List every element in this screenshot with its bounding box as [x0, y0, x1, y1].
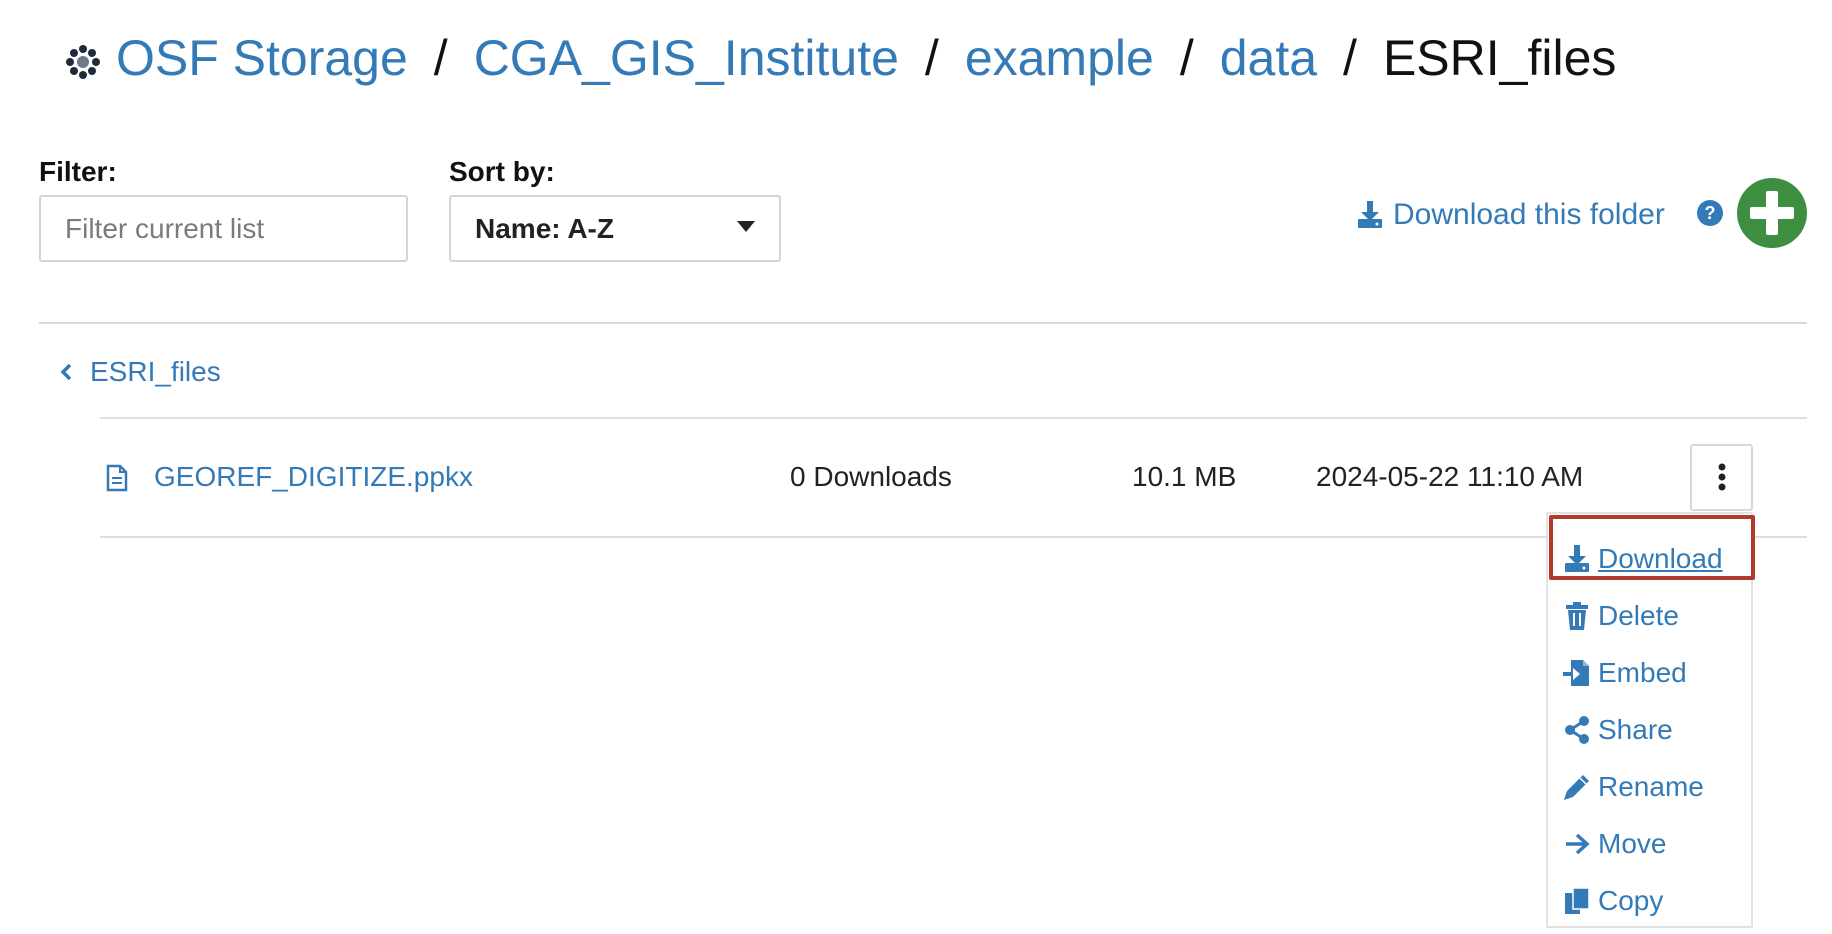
back-folder-label: ESRI_files	[90, 356, 221, 387]
download-icon	[1357, 201, 1383, 229]
pencil-icon	[1562, 773, 1592, 801]
chevron-left-icon	[60, 363, 72, 381]
download-folder-link[interactable]: Download this folder	[1357, 194, 1665, 236]
arrow-right-icon	[1562, 832, 1592, 856]
osf-storage-icon	[66, 45, 100, 79]
breadcrumb-osf-storage[interactable]: OSF Storage	[116, 29, 408, 87]
download-folder-label: Download this folder	[1393, 198, 1665, 231]
add-button[interactable]	[1737, 178, 1807, 248]
file-icon	[106, 464, 128, 492]
download-icon	[1562, 545, 1592, 573]
breadcrumb-data[interactable]: data	[1220, 29, 1317, 87]
menu-item-rename[interactable]: Rename	[1562, 767, 1704, 807]
file-modified-date: 2024-05-22 11:10 AM	[1316, 461, 1584, 492]
menu-item-download[interactable]: Download	[1562, 539, 1723, 579]
embed-icon	[1562, 659, 1592, 687]
file-downloads: 0 Downloads	[790, 461, 952, 492]
breadcrumb: OSF Storage / CGA_GIS_Institute / exampl…	[66, 22, 1616, 94]
menu-item-label: Copy	[1598, 885, 1664, 916]
sort-select-value: Name: A-Z	[475, 212, 614, 244]
breadcrumb-cga-gis-institute[interactable]: CGA_GIS_Institute	[474, 29, 899, 87]
file-name-link[interactable]: GEOREF_DIGITIZE.ppkx	[154, 461, 473, 493]
svg-text:?: ?	[1705, 203, 1716, 223]
breadcrumb-separator: /	[1343, 30, 1357, 86]
menu-item-move[interactable]: Move	[1562, 824, 1666, 864]
trash-icon	[1562, 602, 1592, 630]
breadcrumb-separator: /	[433, 30, 448, 86]
breadcrumb-separator: /	[1179, 30, 1194, 86]
share-icon	[1562, 716, 1592, 744]
filter-input[interactable]	[39, 195, 408, 262]
file-actions-button[interactable]	[1690, 444, 1753, 511]
menu-item-embed[interactable]: Embed	[1562, 653, 1687, 693]
file-size: 10.1 MB	[1132, 461, 1237, 492]
menu-item-share[interactable]: Share	[1562, 710, 1673, 750]
plus-icon-vertical	[1766, 191, 1778, 235]
menu-item-label: Move	[1598, 828, 1667, 859]
menu-item-label: Delete	[1598, 600, 1679, 631]
divider	[39, 322, 1807, 324]
breadcrumb-example[interactable]: example	[965, 29, 1154, 87]
menu-item-label: Rename	[1598, 771, 1704, 802]
ellipsis-vertical-icon	[1718, 463, 1726, 491]
menu-item-delete[interactable]: Delete	[1562, 596, 1679, 636]
question-circle-icon[interactable]: ?	[1696, 199, 1724, 227]
menu-item-label: Share	[1598, 714, 1673, 745]
filter-label: Filter:	[39, 156, 117, 187]
menu-item-label: Download	[1598, 543, 1723, 574]
caret-down-icon	[737, 221, 755, 233]
menu-item-label: Embed	[1598, 657, 1687, 688]
menu-item-copy[interactable]: Copy	[1562, 881, 1663, 921]
back-folder-link[interactable]: ESRI_files	[60, 352, 221, 392]
sort-label: Sort by:	[449, 156, 555, 187]
file-actions-menu: Download Delete Embed Share Rename Move …	[1546, 512, 1753, 928]
breadcrumb-separator: /	[924, 30, 939, 86]
sort-select[interactable]: Name: A-Z	[449, 195, 781, 262]
breadcrumb-current: ESRI_files	[1382, 30, 1617, 86]
copy-icon	[1562, 887, 1592, 915]
